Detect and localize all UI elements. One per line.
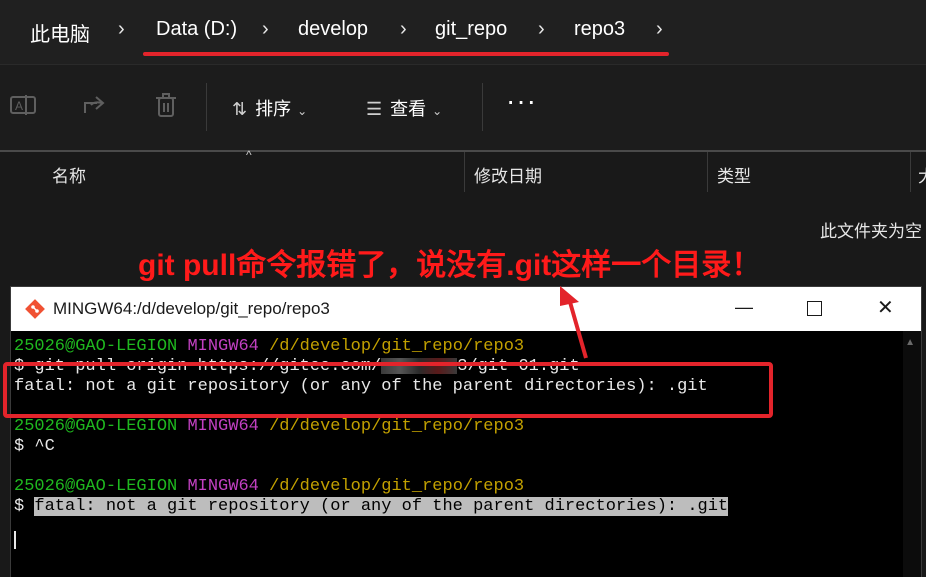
- command-line: $ fatal: not a git repository (or any of…: [14, 497, 729, 516]
- column-header-size[interactable]: 大: [918, 162, 926, 187]
- close-button[interactable]: ✕: [877, 295, 894, 320]
- sort-indicator-icon: ^: [246, 148, 252, 162]
- chevron-down-icon: ⌄: [432, 104, 443, 118]
- scroll-up-icon[interactable]: ▲: [905, 337, 915, 348]
- chevron-right-icon[interactable]: ›: [400, 18, 407, 41]
- command-line: $ ^C: [14, 437, 55, 456]
- column-divider[interactable]: [910, 152, 911, 192]
- maximize-button[interactable]: [807, 301, 822, 316]
- command-bar: A ⇅ 排序 ⌄ ☰ 查看 ⌄ ···: [0, 64, 926, 151]
- chevron-right-icon[interactable]: ›: [656, 18, 663, 41]
- chevron-down-icon: ⌄: [297, 104, 308, 118]
- breadcrumb-item-repo3[interactable]: repo3: [574, 18, 625, 41]
- prompt-line: 25026@GAO-LEGION MINGW64 /d/develop/git_…: [14, 417, 525, 436]
- empty-folder-message: 此文件夹为空: [820, 222, 922, 241]
- sort-button[interactable]: ⇅ 排序 ⌄: [232, 95, 307, 121]
- annotation-underline: [143, 52, 669, 56]
- scrollbar[interactable]: ▲: [903, 331, 921, 577]
- view-button[interactable]: ☰ 查看 ⌄: [366, 95, 442, 121]
- svg-text:A: A: [15, 99, 23, 113]
- chevron-right-icon[interactable]: ›: [538, 18, 545, 41]
- breadcrumb-item-git-repo[interactable]: git_repo: [435, 18, 507, 41]
- view-label: 查看: [390, 99, 427, 119]
- minimize-button[interactable]: —: [735, 297, 753, 318]
- column-header-name[interactable]: 名称: [52, 162, 86, 187]
- chevron-right-icon[interactable]: ›: [262, 18, 269, 41]
- terminal-title-bar[interactable]: MINGW64:/d/develop/git_repo/repo3 — ✕: [11, 287, 921, 331]
- breadcrumb: 此电脑 › Data (D:) › develop › git_repo › r…: [0, 0, 926, 64]
- breadcrumb-item-this-pc[interactable]: 此电脑: [30, 18, 90, 47]
- breadcrumb-item-data-drive[interactable]: Data (D:): [156, 18, 237, 41]
- git-logo-icon: [25, 299, 45, 324]
- sort-label: 排序: [255, 99, 292, 119]
- rename-icon[interactable]: A: [10, 93, 36, 123]
- column-header-type[interactable]: 类型: [717, 162, 751, 187]
- annotation-box: [3, 362, 773, 418]
- column-divider[interactable]: [707, 152, 708, 192]
- toolbar-divider: [482, 83, 483, 131]
- toolbar-divider: [206, 83, 207, 131]
- chevron-right-icon[interactable]: ›: [118, 18, 125, 41]
- text-cursor: [14, 531, 16, 549]
- share-icon[interactable]: [82, 93, 108, 123]
- breadcrumb-item-develop[interactable]: develop: [298, 18, 368, 41]
- prompt-line: 25026@GAO-LEGION MINGW64 /d/develop/git_…: [14, 477, 525, 496]
- view-list-icon: ☰: [366, 99, 383, 119]
- annotation-text: git pull命令报错了，说没有.git这样一个目录！: [138, 249, 762, 282]
- prompt-line: 25026@GAO-LEGION MINGW64 /d/develop/git_…: [14, 337, 525, 356]
- terminal-title: MINGW64:/d/develop/git_repo/repo3: [53, 299, 330, 318]
- more-options-button[interactable]: ···: [506, 85, 537, 117]
- column-header-row: ^ 名称 修改日期 类型 大: [0, 148, 926, 192]
- selected-text: fatal: not a git repository (or any of t…: [34, 497, 729, 516]
- column-divider[interactable]: [464, 152, 465, 192]
- terminal-window[interactable]: MINGW64:/d/develop/git_repo/repo3 — ✕ 25…: [10, 286, 922, 577]
- column-header-date-modified[interactable]: 修改日期: [474, 162, 542, 187]
- sort-icon: ⇅: [232, 99, 248, 119]
- delete-icon[interactable]: [154, 93, 178, 125]
